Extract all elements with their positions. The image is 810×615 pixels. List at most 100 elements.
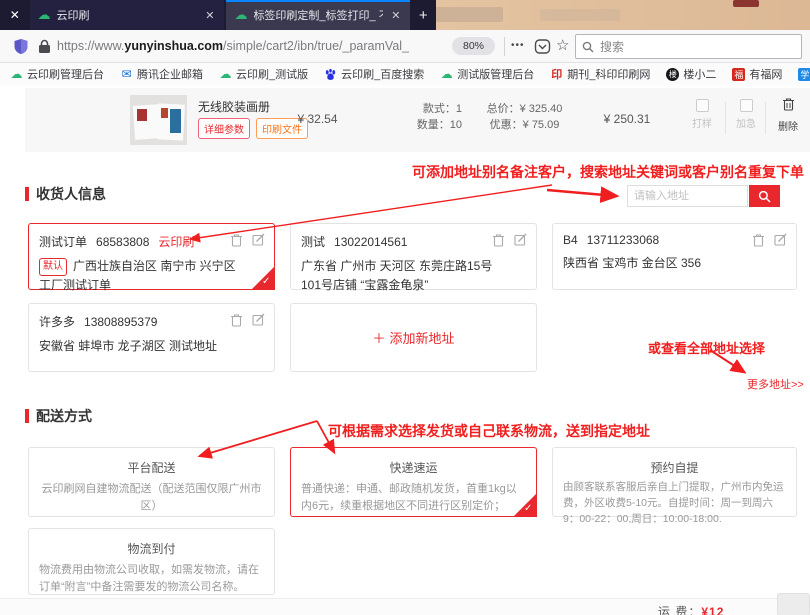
shipping-card-pickup[interactable]: 预约自提 由顾客联系客服后亲自上门提取，广州市内免运费，外区收费5-10元。自提… xyxy=(552,447,797,517)
delete-address-icon[interactable] xyxy=(230,233,243,247)
shipping-title: 快递速运 xyxy=(301,459,526,476)
total-label: 总价： xyxy=(487,103,520,115)
page-actions-icon[interactable]: ••• xyxy=(511,40,525,51)
baidu-paw-icon xyxy=(324,68,337,81)
bookmark-testadmin[interactable]: ☁测试版管理后台 xyxy=(440,66,534,82)
style-qty-column: 款式：1 数量：10 xyxy=(370,101,462,133)
bookmark-label: 期刊_科印印刷网 xyxy=(567,66,650,82)
tab-title: 标签印刷定制_标签打印_ 不干胶 xyxy=(253,7,383,23)
edit-address-icon[interactable] xyxy=(252,313,265,326)
tab-label-printing[interactable]: ☁ 标签印刷定制_标签打印_ 不干胶 ✕ xyxy=(226,0,410,30)
default-badge: 默认 xyxy=(39,258,67,276)
proof-option[interactable]: 打样 xyxy=(687,99,717,130)
toolbar-separator xyxy=(504,37,505,56)
tab-close-icon[interactable]: ✕ xyxy=(203,9,216,22)
browser-search-input[interactable] xyxy=(600,40,795,54)
address-search-box[interactable] xyxy=(627,185,748,207)
more-addresses-link[interactable]: 更多地址>> xyxy=(747,376,804,392)
fu-square-icon: 福 xyxy=(732,68,745,81)
cloud-favicon: ☁ xyxy=(234,9,247,22)
detail-params-button[interactable]: 详细参数 xyxy=(198,118,250,139)
final-price: ¥ 250.31 xyxy=(587,112,667,126)
total-value: ¥ 325.40 xyxy=(520,103,563,115)
zoom-level-badge[interactable]: 80% xyxy=(452,37,495,55)
delete-address-icon[interactable] xyxy=(492,233,505,247)
address-search-input[interactable] xyxy=(634,190,741,202)
tab-close-icon[interactable]: ✕ xyxy=(389,9,402,22)
shipping-card-freight-collect[interactable]: 物流到付 物流费用由物流公司收取，如需发物流，请在订单“附言”中备注需要发的物流… xyxy=(28,528,275,595)
plus-icon: ＋ xyxy=(372,328,385,347)
browser-toolbar: https://www.yunyinshua.com/simple/cart2/… xyxy=(0,30,810,63)
black-circle-icon: 楼 xyxy=(666,68,679,81)
delete-item-button[interactable]: 删除 xyxy=(770,97,806,133)
address-text: 广西壮族自治区 南宁市 兴宁区 工厂测试订单 xyxy=(39,259,236,292)
pocket-icon[interactable] xyxy=(534,38,551,55)
delete-address-icon[interactable] xyxy=(230,313,243,327)
address-card-2[interactable]: 测试 13022014561 广东省 广州市 天河区 东莞庄路15号101号店铺… xyxy=(290,223,537,290)
shipping-card-platform[interactable]: 平台配送 云印刷网自建物流配送（配送范围仅限广州市区） xyxy=(28,447,275,517)
shipping-desc: 由顾客联系客服后亲自上门提取，广州市内免运费，外区收费5-10元。自提时间：周一… xyxy=(563,480,786,527)
bookmark-xuehui[interactable]: 学学汇网 xyxy=(798,66,810,82)
add-new-address-card[interactable]: ＋ 添加新地址 xyxy=(290,303,537,372)
annotation-shipping-tip: 可根据需求选择发货或自己联系物流，送到指定地址 xyxy=(328,421,650,441)
annotation-view-all-tip: 或查看全部地址选择 xyxy=(648,338,765,357)
lock-icon[interactable] xyxy=(38,39,51,54)
style-value: 1 xyxy=(456,103,462,115)
bookmark-keyin[interactable]: 印期刊_科印印刷网 xyxy=(550,66,650,82)
rush-option[interactable]: 加急 xyxy=(731,99,761,130)
print-stamp-icon: 印 xyxy=(550,68,563,81)
tab-yunyinshua[interactable]: ☁ 云印刷 ✕ xyxy=(30,0,225,30)
bookmark-yunyinshua-test[interactable]: ☁云印刷_测试版 xyxy=(219,66,308,82)
trash-icon xyxy=(782,97,795,111)
address-phone: 13808895379 xyxy=(84,315,157,329)
window-close-icon[interactable]: ✕ xyxy=(0,0,30,30)
bookmark-star-icon[interactable]: ☆ xyxy=(556,36,569,54)
url-domain: yunyinshua.com xyxy=(124,39,223,53)
bookmark-label: 测试版管理后台 xyxy=(457,66,534,82)
bookmark-yunyinshua-admin[interactable]: ☁云印刷管理后台 xyxy=(10,66,104,82)
desktop-artifact xyxy=(433,7,503,22)
footer-action-button[interactable] xyxy=(777,593,810,615)
product-thumbnail[interactable] xyxy=(130,95,187,145)
proof-checkbox[interactable] xyxy=(696,99,709,112)
edit-address-icon[interactable] xyxy=(774,233,787,246)
address-card-3[interactable]: B4 13711233068 陕西省 宝鸡市 金台区 356 xyxy=(552,223,797,290)
bookmark-label: 云印刷_百度搜索 xyxy=(341,66,424,82)
xue-square-icon: 学 xyxy=(798,68,810,81)
freight-total: 运 费：¥12 xyxy=(658,603,724,615)
url-protocol: https://www. xyxy=(57,39,124,53)
bookmark-louxiaoer[interactable]: 楼楼小二 xyxy=(666,66,716,82)
edit-address-icon[interactable] xyxy=(252,233,265,246)
bookmark-youfu[interactable]: 福有福网 xyxy=(732,66,782,82)
address-search-button[interactable] xyxy=(749,185,780,207)
selected-corner-check: ✓ xyxy=(513,493,537,517)
address-phone: 13022014561 xyxy=(334,235,407,249)
section-title: 配送方式 xyxy=(36,406,92,426)
bookmark-baidu-search[interactable]: 云印刷_百度搜索 xyxy=(324,66,424,82)
address-card-1[interactable]: 测试订单 68583808 云印刷 默认广西壮族自治区 南宁市 兴宁区 工厂测试… xyxy=(28,223,275,290)
new-tab-button[interactable]: + xyxy=(410,0,436,30)
delete-address-icon[interactable] xyxy=(752,233,765,247)
address-text: 陕西省 宝鸡市 金台区 356 xyxy=(563,254,786,273)
qty-value: 10 xyxy=(450,119,462,131)
browser-search-box[interactable] xyxy=(575,34,802,59)
shipping-desc: 普通快递：申通、邮政随机发货，首重1kg以内6元，续重根据地区不同进行区别定价； xyxy=(301,481,526,514)
shipping-card-express[interactable]: 快递速运 普通快递：申通、邮政随机发货，首重1kg以内6元，续重根据地区不同进行… xyxy=(290,447,537,517)
shipping-section-header: 配送方式 xyxy=(25,406,92,426)
edit-address-icon[interactable] xyxy=(514,233,527,246)
bookmarks-bar: ☁云印刷管理后台 ✉腾讯企业邮箱 ☁云印刷_测试版 云印刷_百度搜索 ☁测试版管… xyxy=(0,63,810,85)
cloud-icon: ☁ xyxy=(10,68,23,81)
freight-label: 运 费： xyxy=(658,605,701,615)
address-name: 许多多 xyxy=(39,313,75,330)
rush-checkbox[interactable] xyxy=(740,99,753,112)
address-text: 安徽省 蚌埠市 龙子湖区 测试地址 xyxy=(39,337,264,356)
url-bar[interactable]: https://www.yunyinshua.com/simple/cart2/… xyxy=(57,39,409,53)
address-card-4[interactable]: 许多多 13808895379 安徽省 蚌埠市 龙子湖区 测试地址 xyxy=(28,303,275,372)
section-title: 收货人信息 xyxy=(36,184,106,204)
address-text: 广东省 广州市 天河区 东莞庄路15号101号店铺 “宝露金龟泉” xyxy=(301,257,526,294)
desktop-artifact xyxy=(733,0,759,7)
bookmark-tencent-mail[interactable]: ✉腾讯企业邮箱 xyxy=(120,66,203,82)
address-phone: 13711233068 xyxy=(587,233,660,247)
tracking-protection-shield-icon[interactable] xyxy=(13,38,29,55)
shipping-title: 物流到付 xyxy=(39,540,264,557)
